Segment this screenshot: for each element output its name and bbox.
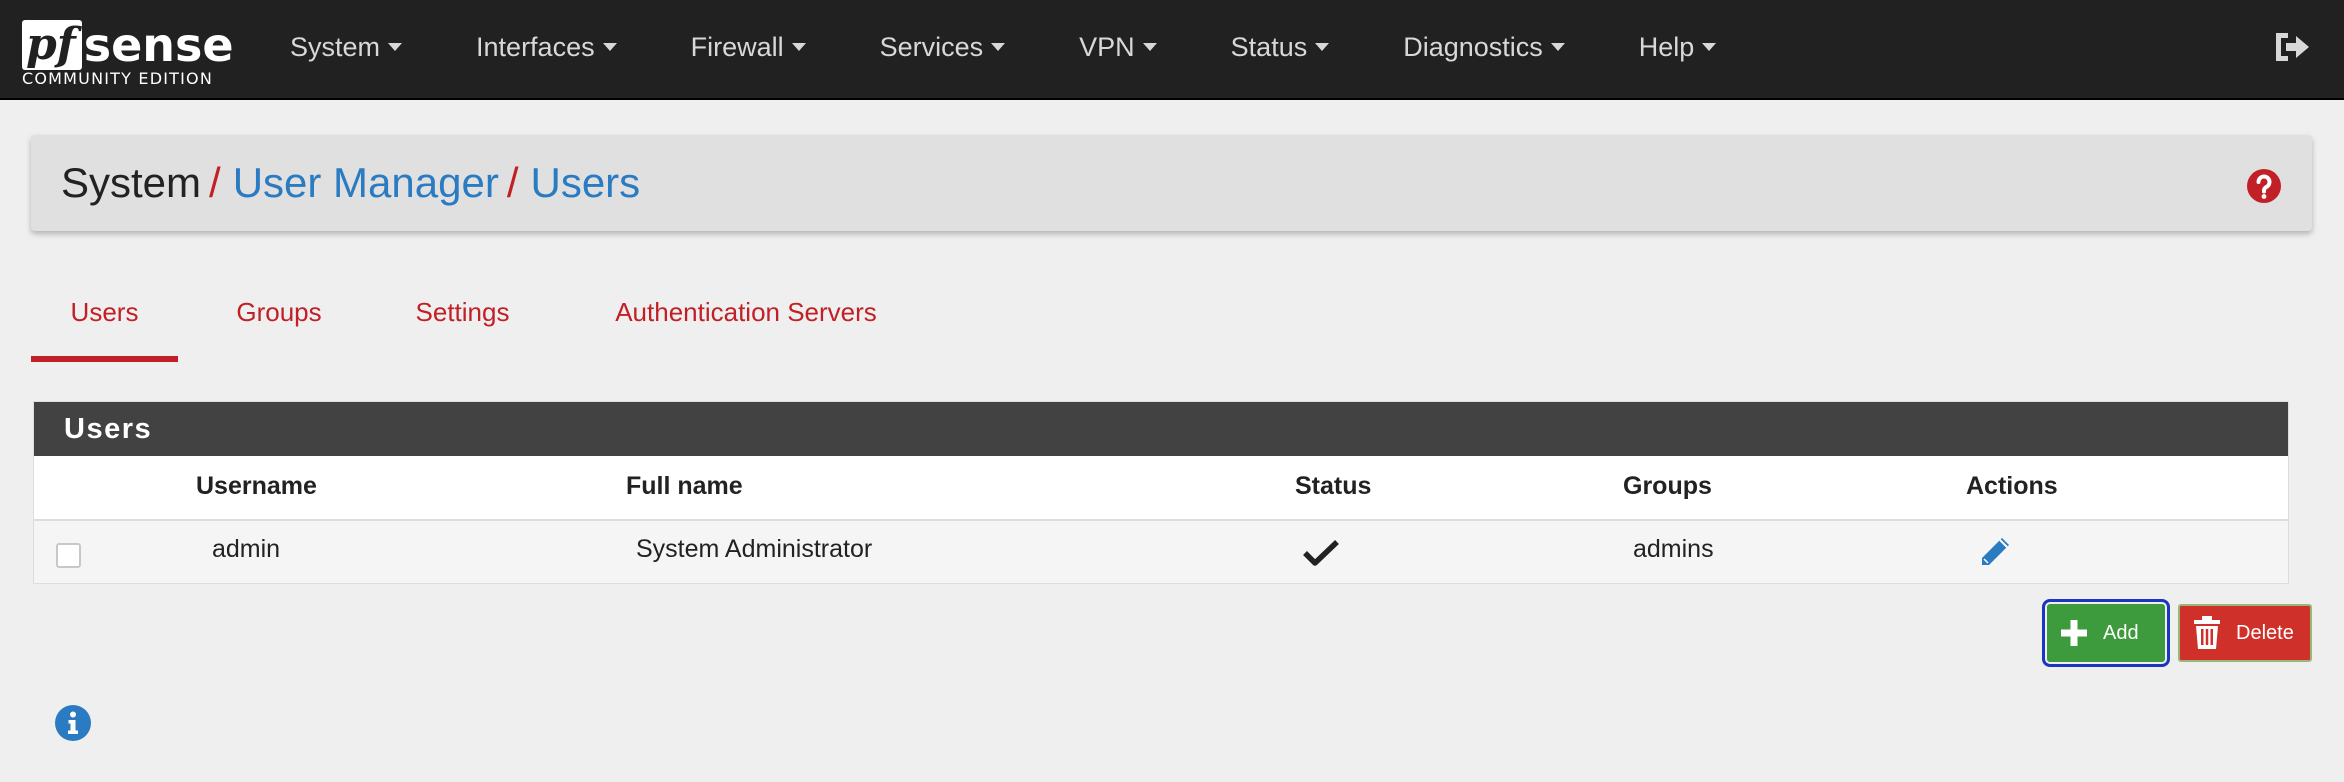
tab-users[interactable]: Users bbox=[31, 290, 178, 362]
breadcrumb-users[interactable]: Users bbox=[530, 159, 640, 206]
column-header-full-name[interactable]: Full name bbox=[626, 472, 743, 501]
caret-down-icon bbox=[1142, 42, 1157, 51]
nav-firewall-label: Firewall bbox=[690, 32, 784, 62]
caret-down-icon bbox=[388, 42, 403, 51]
nav-vpn-label: VPN bbox=[1079, 32, 1135, 62]
nav-help-label: Help bbox=[1638, 32, 1695, 62]
breadcrumb-user-manager[interactable]: User Manager bbox=[233, 159, 499, 206]
column-header-groups[interactable]: Groups bbox=[1623, 472, 1712, 501]
trash-icon bbox=[2194, 616, 2220, 649]
nav-vpn[interactable]: VPN bbox=[1042, 32, 1194, 63]
nav-help[interactable]: Help bbox=[1602, 32, 1754, 63]
tab-groups[interactable]: Groups bbox=[219, 290, 339, 362]
nav-status[interactable]: Status bbox=[1194, 32, 1367, 63]
cell-full-name: System Administrator bbox=[636, 535, 873, 563]
nav-services-label: Services bbox=[879, 32, 984, 62]
delete-button-label: Delete bbox=[2236, 621, 2294, 644]
breadcrumb-panel: System / User Manager / Users bbox=[31, 135, 2312, 231]
caret-down-icon bbox=[1550, 42, 1565, 51]
nav-interfaces-label: Interfaces bbox=[476, 32, 595, 62]
column-header-status[interactable]: Status bbox=[1295, 472, 1371, 501]
caret-down-icon bbox=[991, 42, 1006, 51]
nav-firewall[interactable]: Firewall bbox=[654, 32, 843, 63]
add-button-label: Add bbox=[2103, 621, 2139, 644]
help-icon[interactable] bbox=[2246, 168, 2282, 204]
delete-users-button[interactable]: Delete bbox=[2178, 604, 2312, 662]
check-icon bbox=[1303, 540, 1339, 566]
plus-icon bbox=[2061, 620, 2087, 646]
main-menu: System Interfaces Firewall Services VPN … bbox=[253, 0, 1753, 95]
cell-groups: admins bbox=[1633, 535, 1714, 563]
logo-wordmark: pf sense bbox=[22, 14, 234, 70]
info-icon[interactable] bbox=[54, 704, 92, 742]
nav-system-label: System bbox=[290, 32, 381, 62]
breadcrumb: System / User Manager / Users bbox=[61, 155, 640, 211]
caret-down-icon bbox=[1702, 42, 1717, 51]
logo-edition-text: COMMUNITY EDITION bbox=[22, 69, 214, 88]
caret-down-icon bbox=[602, 42, 617, 51]
row-select-checkbox[interactable] bbox=[56, 543, 81, 568]
nav-status-label: Status bbox=[1230, 32, 1308, 62]
caret-down-icon bbox=[791, 42, 806, 51]
nav-diagnostics-label: Diagnostics bbox=[1403, 32, 1543, 62]
tab-authentication-servers[interactable]: Authentication Servers bbox=[571, 290, 921, 362]
column-header-actions: Actions bbox=[1966, 472, 2058, 500]
column-header-username[interactable]: Username bbox=[196, 472, 317, 501]
panel-title: Users bbox=[34, 402, 2288, 456]
caret-down-icon bbox=[1315, 42, 1330, 51]
nav-services[interactable]: Services bbox=[843, 32, 1043, 63]
add-user-button[interactable]: Add bbox=[2042, 599, 2170, 667]
tab-settings[interactable]: Settings bbox=[390, 290, 535, 362]
breadcrumb-system: System bbox=[61, 159, 202, 206]
breadcrumb-separator: / bbox=[506, 159, 519, 206]
breadcrumb-separator: / bbox=[209, 159, 221, 206]
nav-interfaces[interactable]: Interfaces bbox=[439, 32, 654, 63]
pfsense-logo[interactable]: pf sense COMMUNITY EDITION bbox=[22, 14, 237, 92]
cell-username: admin bbox=[212, 535, 281, 563]
logo-sense-text: sense bbox=[83, 18, 234, 72]
pencil-icon[interactable] bbox=[1976, 533, 2014, 571]
logo-pf-text: pf bbox=[22, 20, 82, 70]
top-navbar: pf sense COMMUNITY EDITION System Interf… bbox=[0, 0, 2344, 100]
logout-icon[interactable] bbox=[2272, 30, 2312, 64]
nav-system[interactable]: System bbox=[253, 32, 439, 63]
users-panel: Users Username Full name Status Groups A… bbox=[33, 401, 2289, 584]
table-row: admin System Administrator admins bbox=[34, 521, 2288, 583]
nav-diagnostics[interactable]: Diagnostics bbox=[1366, 32, 1602, 63]
